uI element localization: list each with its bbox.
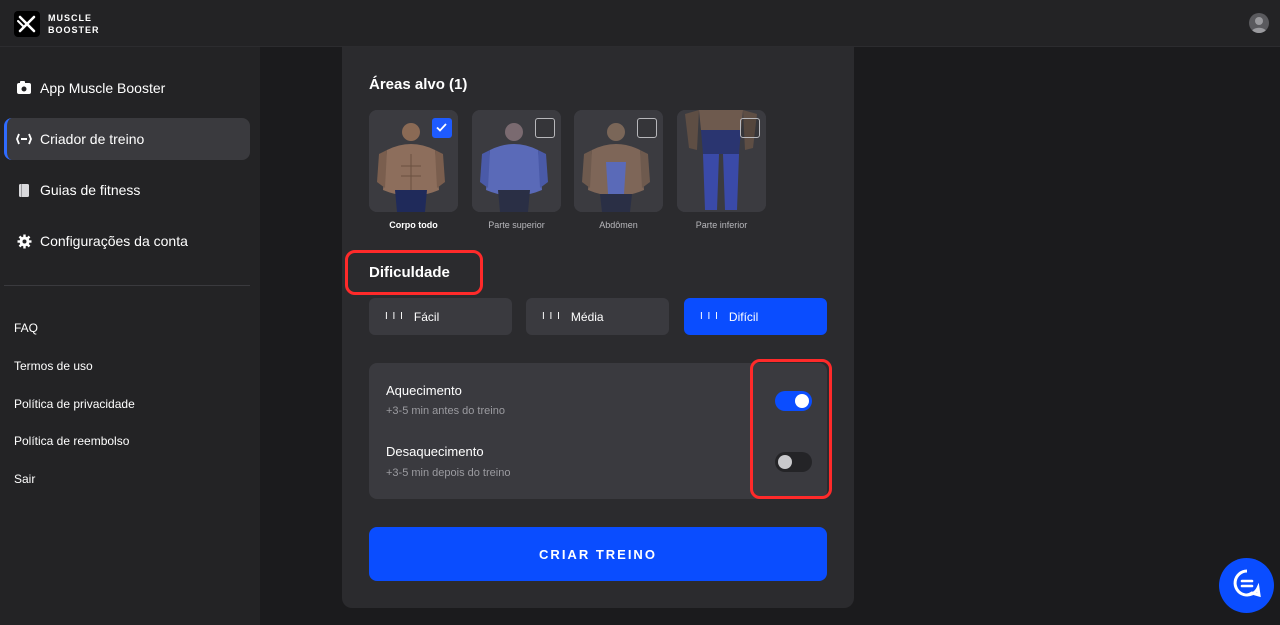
cooldown-title: Desaquecimento xyxy=(386,444,484,459)
logo-text: MUSCLE BOOSTER xyxy=(48,12,100,36)
dumbbell-icon xyxy=(16,131,32,147)
difficulty-medium-button[interactable]: I I I Média xyxy=(526,298,669,335)
difficulty-label: Média xyxy=(570,309,604,324)
app-icon xyxy=(16,80,32,96)
sidebar-item-app[interactable]: App Muscle Booster xyxy=(4,67,250,109)
chat-support-button[interactable] xyxy=(1219,558,1274,613)
difficulty-bars-icon: I I I xyxy=(385,311,404,322)
warmup-subtitle: +3-5 min antes do treino xyxy=(386,405,505,417)
difficulty-options: I I I Fácil I I I Média I I I Difícil xyxy=(369,298,827,335)
sidebar-item-workout-builder[interactable]: Criador de treino xyxy=(4,118,250,160)
logo-line-1: MUSCLE xyxy=(48,13,92,23)
area-card-abs[interactable]: Abdômen xyxy=(574,110,663,232)
difficulty-bars-icon: I I I xyxy=(542,311,561,322)
chat-icon xyxy=(1232,568,1262,603)
sidebar-item-settings[interactable]: Configurações da conta xyxy=(4,220,250,262)
area-label: Abdômen xyxy=(599,220,638,230)
warmup-title: Aquecimento xyxy=(386,383,462,398)
gear-icon xyxy=(16,233,32,249)
sidebar: App Muscle Booster Criador de treino Gui… xyxy=(0,47,260,625)
area-label: Parte inferior xyxy=(695,220,748,230)
toggles-highlight-box xyxy=(750,359,832,499)
sidebar-item-label: App Muscle Booster xyxy=(40,80,166,96)
difficulty-easy-button[interactable]: I I I Fácil xyxy=(369,298,512,335)
area-checkbox[interactable] xyxy=(535,118,555,138)
area-label: Corpo todo xyxy=(389,220,438,230)
logo-line-2: BOOSTER xyxy=(48,25,100,35)
link-faq[interactable]: FAQ xyxy=(14,321,38,335)
create-workout-button[interactable]: CRIAR TREINO xyxy=(369,527,827,581)
difficulty-hard-button[interactable]: I I I Difícil xyxy=(684,298,827,335)
sidebar-divider xyxy=(4,285,250,286)
logo-mark-icon xyxy=(14,11,40,37)
sidebar-item-label: Criador de treino xyxy=(40,131,145,147)
logo[interactable]: MUSCLE BOOSTER xyxy=(14,9,118,39)
target-areas-title: Áreas alvo (1) xyxy=(369,76,468,93)
book-icon xyxy=(16,182,32,198)
top-bar: MUSCLE BOOSTER xyxy=(0,0,1280,47)
link-refund[interactable]: Política de reembolso xyxy=(14,434,129,448)
difficulty-highlight-box xyxy=(345,250,483,295)
difficulty-label: Fácil xyxy=(413,309,440,324)
target-areas: Corpo todo Parte superior Abdômen Parte … xyxy=(369,110,769,235)
link-privacy[interactable]: Política de privacidade xyxy=(14,397,135,411)
avatar[interactable] xyxy=(1249,13,1269,33)
sidebar-item-label: Guias de fitness xyxy=(40,182,141,198)
area-label: Parte superior xyxy=(488,220,545,230)
area-card-lower-body[interactable]: Parte inferior xyxy=(677,110,766,232)
sidebar-item-label: Configurações da conta xyxy=(40,233,188,249)
area-checkbox[interactable] xyxy=(637,118,657,138)
area-checkbox[interactable] xyxy=(432,118,452,138)
link-terms[interactable]: Termos de uso xyxy=(14,359,93,373)
difficulty-label: Difícil xyxy=(728,309,759,324)
difficulty-bars-icon: I I I xyxy=(700,311,719,322)
area-checkbox[interactable] xyxy=(740,118,760,138)
area-card-upper-body[interactable]: Parte superior xyxy=(472,110,561,232)
link-logout[interactable]: Sair xyxy=(14,472,35,486)
area-card-full-body[interactable]: Corpo todo xyxy=(369,110,458,232)
sidebar-item-guides[interactable]: Guias de fitness xyxy=(4,169,250,211)
cooldown-subtitle: +3-5 min depois do treino xyxy=(386,467,511,479)
